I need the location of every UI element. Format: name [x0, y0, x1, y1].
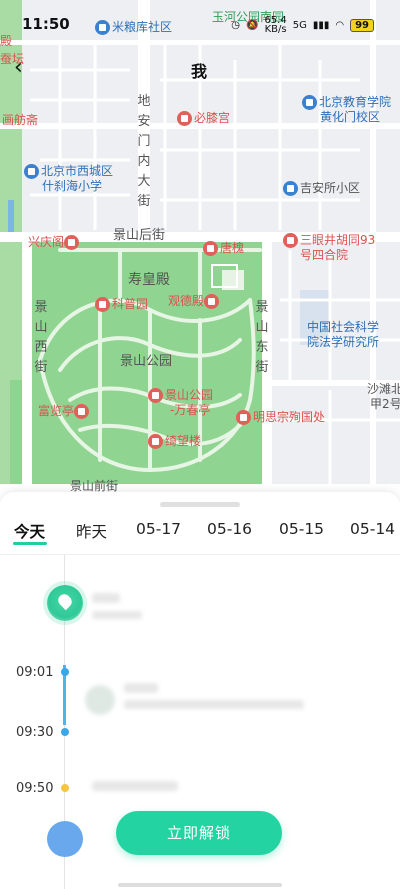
- date-tabs: 今天 昨天 05-17 05-16 05-15 05-14: [0, 520, 400, 552]
- timeline-dot: [61, 728, 69, 736]
- timeline-time: 09:01: [16, 665, 54, 680]
- blurred-text: [92, 781, 178, 791]
- poi-xicheng-school: 什刹海小学: [42, 179, 103, 193]
- poi-left-edge-2: 殿: [0, 34, 13, 48]
- map-marker-icon: [236, 410, 251, 425]
- poi-jian[interactable]: 吉安所小区: [283, 181, 360, 196]
- location-pin-icon: [47, 585, 83, 621]
- street-jingshanxi: 景山西街: [34, 300, 48, 375]
- blurred-text: [92, 593, 120, 603]
- poi-guande[interactable]: 观德殿: [168, 294, 221, 309]
- poi-bixi[interactable]: 必膝宫: [177, 111, 230, 126]
- poi-wanchun[interactable]: 景山公园: [148, 388, 213, 403]
- blurred-avatar: [85, 685, 115, 715]
- map-marker-icon: [74, 404, 90, 419]
- map-marker-icon: [95, 20, 110, 35]
- timeline-time: 09:50: [16, 781, 54, 796]
- unlock-now-button[interactable]: 立即解锁: [116, 811, 282, 855]
- drag-handle[interactable]: [160, 502, 240, 507]
- poi-shatan-2: 甲2号: [370, 397, 400, 411]
- poi-edu-campus: 黄化门校区: [320, 110, 381, 124]
- street-jingshanqian: 景山前街: [70, 479, 119, 492]
- tab-0516[interactable]: 05-16: [207, 520, 252, 538]
- map-marker-icon: [148, 388, 163, 403]
- poi-sanyan[interactable]: 三眼井胡同93: [283, 233, 375, 248]
- tab-today[interactable]: 今天: [14, 520, 45, 542]
- poi-xicheng[interactable]: 北京市西城区: [24, 164, 113, 179]
- poi-tanghuai[interactable]: 唐槐: [203, 241, 244, 256]
- poi-kepu[interactable]: 科普园: [95, 297, 148, 312]
- poi-wanchun-2: -万春亭: [170, 403, 211, 417]
- map-marker-icon: [283, 181, 298, 196]
- back-arrow-icon[interactable]: ‹: [14, 55, 23, 80]
- poi-edu[interactable]: 北京教育学院: [302, 95, 391, 110]
- timeline-dot: [61, 668, 69, 676]
- tab-0515[interactable]: 05-15: [279, 520, 324, 538]
- street-jingshanhou: 景山后街: [113, 228, 166, 243]
- poi-jingshan-park[interactable]: 景山公园: [120, 355, 172, 369]
- poi-xingqing[interactable]: 兴庆阁: [28, 235, 81, 250]
- blurred-text: [92, 611, 142, 619]
- map-view[interactable]: 米粮库社区 玉河公园南园 画舫斋 必膝宫 北京教育学院 黄化门校区 北京市西城区…: [0, 0, 400, 492]
- building-icon: [47, 821, 83, 857]
- map-marker-icon: [204, 294, 220, 309]
- map-marker-icon: [95, 297, 110, 312]
- poi-milianku[interactable]: 米粮库社区: [95, 20, 172, 35]
- map-marker-icon: [283, 233, 298, 248]
- poi-fulan[interactable]: 富览亭: [38, 404, 91, 419]
- map-marker-icon: [148, 434, 163, 449]
- timeline-time: 09:30: [16, 725, 54, 740]
- poi-mingsi[interactable]: 明思宗殉国处: [236, 410, 325, 425]
- map-marker-icon: [64, 235, 80, 250]
- map-marker-icon: [177, 111, 192, 126]
- map-marker-icon: [302, 95, 317, 110]
- poi-shatan: 沙滩北: [367, 382, 400, 396]
- street-dianmen: 地安门内大街: [137, 94, 151, 209]
- page-title: 我: [191, 62, 208, 81]
- street-jingshandong: 景山东街: [255, 300, 269, 375]
- blurred-text: [124, 683, 158, 693]
- active-tab-indicator: [13, 542, 47, 545]
- map-marker-icon: [24, 164, 39, 179]
- poi-yuhe[interactable]: 玉河公园南园: [212, 10, 284, 24]
- poi-cass[interactable]: 中国社会科学: [307, 320, 379, 334]
- poi-shouhuang[interactable]: 寿皇殿: [128, 273, 170, 287]
- blurred-text: [124, 700, 304, 709]
- poi-qiwang[interactable]: 绮望楼: [148, 434, 201, 449]
- home-indicator: [118, 883, 282, 887]
- poi-huafang[interactable]: 画舫斋: [2, 113, 38, 127]
- poi-sanyan-2: 号四合院: [300, 248, 349, 262]
- map-marker-icon: [203, 241, 218, 256]
- tab-0514[interactable]: 05-14: [350, 520, 395, 538]
- timeline-dot: [61, 784, 69, 792]
- tab-0517[interactable]: 05-17: [136, 520, 181, 538]
- poi-cass-2: 院法学研究所: [307, 335, 380, 349]
- tab-yesterday[interactable]: 昨天: [76, 520, 107, 542]
